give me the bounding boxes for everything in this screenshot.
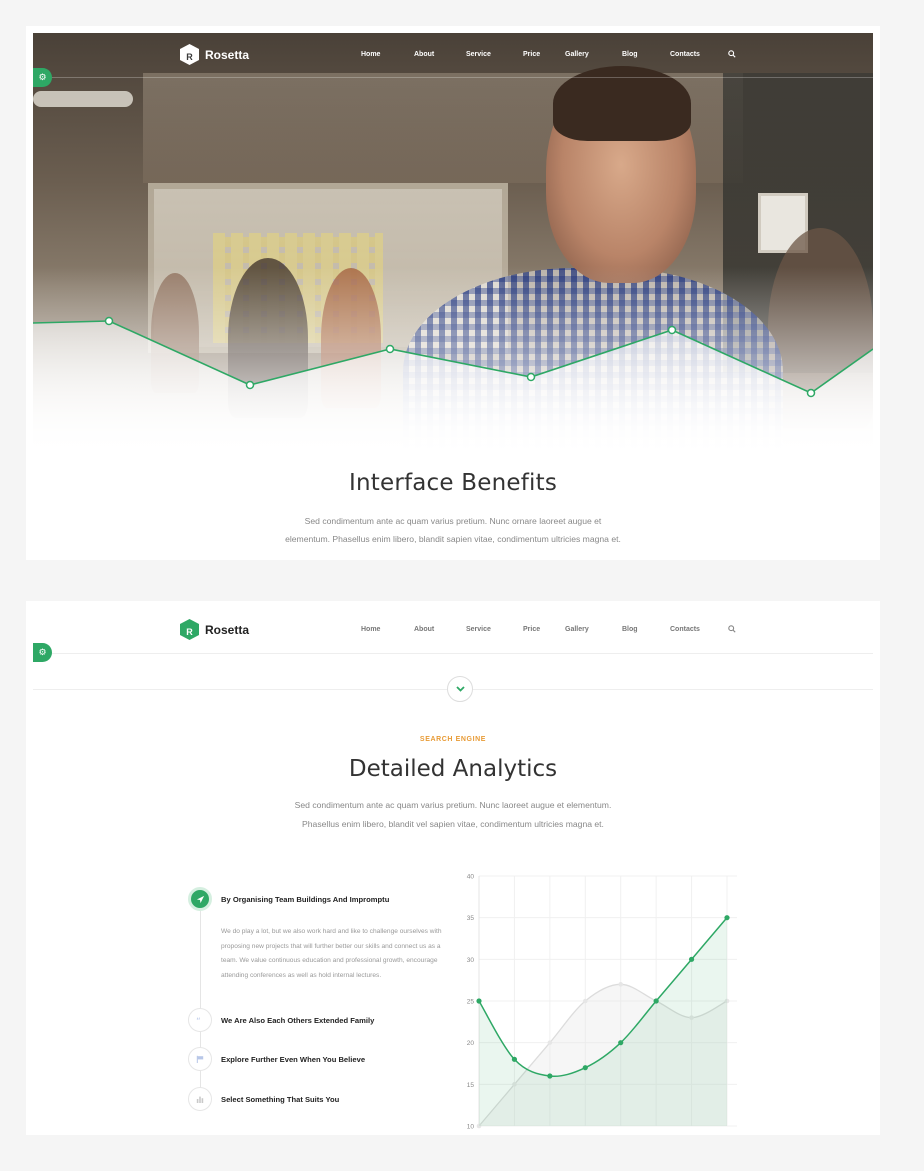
step-title-3[interactable]: Explore Further Even When You Believe (221, 1055, 365, 1064)
nav-item-contacts[interactable]: Contacts (670, 626, 700, 633)
series-2-point (547, 1040, 553, 1045)
hero-area-fill (33, 321, 873, 458)
brand-logo[interactable]: R Rosetta (180, 44, 249, 65)
hero-point (526, 372, 536, 382)
gear-icon[interactable]: ⚙ (33, 68, 52, 87)
hexagon-logo-icon: R (180, 619, 199, 640)
nav-item-about[interactable]: About (414, 626, 434, 633)
y-tick-label: 25 (467, 999, 475, 1006)
nav-item-gallery[interactable]: Gallery (565, 626, 589, 633)
quote-icon[interactable]: “ (188, 1008, 212, 1032)
timeline-line (200, 901, 201, 1101)
search-icon[interactable] (728, 50, 736, 58)
series-1-point (476, 998, 482, 1004)
series-1-point (618, 1040, 624, 1046)
y-tick-label: 15 (467, 1082, 475, 1089)
hero-point (806, 388, 816, 398)
series-1-point (582, 1065, 588, 1071)
step-title-2[interactable]: We Are Also Each Others Extended Family (221, 1016, 374, 1025)
y-tick-label: 35 (467, 915, 475, 922)
series-1-point (724, 915, 730, 921)
nav-item-price[interactable]: Price (523, 51, 540, 58)
intro-line-2: elementum. Phasellus enim libero, blandi… (285, 534, 621, 544)
hero-image (33, 33, 873, 458)
y-tick-label: 30 (467, 957, 475, 964)
bar-chart-icon[interactable] (188, 1087, 212, 1111)
scroll-down-button[interactable] (447, 676, 473, 702)
series-1-point (653, 998, 659, 1004)
nav-item-home[interactable]: Home (361, 626, 380, 633)
hero-point (245, 380, 255, 390)
hero-panel: R Rosetta Home About Service Price Gallery Bl… (26, 26, 880, 560)
brand-logo[interactable]: R Rosetta (180, 619, 249, 640)
series-1-point (547, 1073, 553, 1079)
brand-name: Rosetta (205, 622, 250, 637)
step-text-1: We do play a lot, but we also work hard … (221, 928, 442, 979)
hero-line-chart (33, 316, 873, 458)
y-tick-label: 20 (467, 1040, 475, 1047)
nav-item-about[interactable]: About (414, 51, 434, 58)
step-title-4[interactable]: Select Something That Suits You (221, 1095, 339, 1104)
nav-item-price[interactable]: Price (523, 626, 540, 633)
svg-text:“: “ (196, 1017, 201, 1024)
section-desc-line-1: Sed condimentum ante ac quam varius pret… (294, 800, 612, 810)
step-title-1[interactable]: By Organising Team Buildings And Impromp… (221, 895, 389, 904)
section-kicker: SEARCH ENGINE (419, 736, 487, 743)
chevron-down-icon (455, 686, 465, 692)
gear-icon[interactable]: ⚙ (33, 643, 52, 662)
search-icon[interactable] (728, 625, 736, 633)
y-tick-label: 40 (467, 874, 475, 881)
series-2-point (618, 982, 624, 987)
brand-name: Rosetta (205, 47, 250, 62)
series-1-point (688, 956, 695, 962)
nav-item-service[interactable]: Service (466, 51, 491, 58)
analytics-panel: R Rosetta Home About Service Price Gallery Bl… (26, 601, 880, 1135)
nav-item-home[interactable]: Home (361, 51, 380, 58)
hero-point (667, 325, 677, 335)
svg-text:R: R (186, 627, 193, 637)
svg-text:R: R (186, 52, 193, 62)
hero-point (104, 316, 114, 326)
nav-item-service[interactable]: Service (466, 626, 491, 633)
top-nav: R Rosetta Home About Service Price Gallery Bl… (33, 608, 873, 654)
rocket-icon[interactable] (188, 887, 212, 911)
page-title: Interface Benefits (348, 470, 558, 496)
series-2-point (582, 998, 588, 1004)
nav-item-contacts[interactable]: Contacts (670, 51, 700, 58)
flag-icon[interactable] (188, 1047, 212, 1071)
hexagon-logo-icon: R (180, 44, 199, 65)
hero-point (385, 344, 395, 354)
nav-item-blog[interactable]: Blog (622, 51, 638, 58)
nav-item-blog[interactable]: Blog (622, 626, 638, 633)
intro-line-1: Sed condimentum ante ac quam varius pret… (304, 516, 602, 526)
section-desc-line-2: Phasellus enim libero, blandit vel sapie… (302, 819, 604, 829)
section-title: Detailed Analytics (348, 756, 558, 782)
series-1-point (511, 1056, 518, 1062)
top-nav: R Rosetta Home About Service Price Gallery Bl… (33, 33, 873, 78)
nav-item-gallery[interactable]: Gallery (565, 51, 589, 58)
analytics-chart: 40 35 30 25 20 15 10 (467, 874, 737, 1131)
y-tick-label: 10 (467, 1124, 475, 1131)
